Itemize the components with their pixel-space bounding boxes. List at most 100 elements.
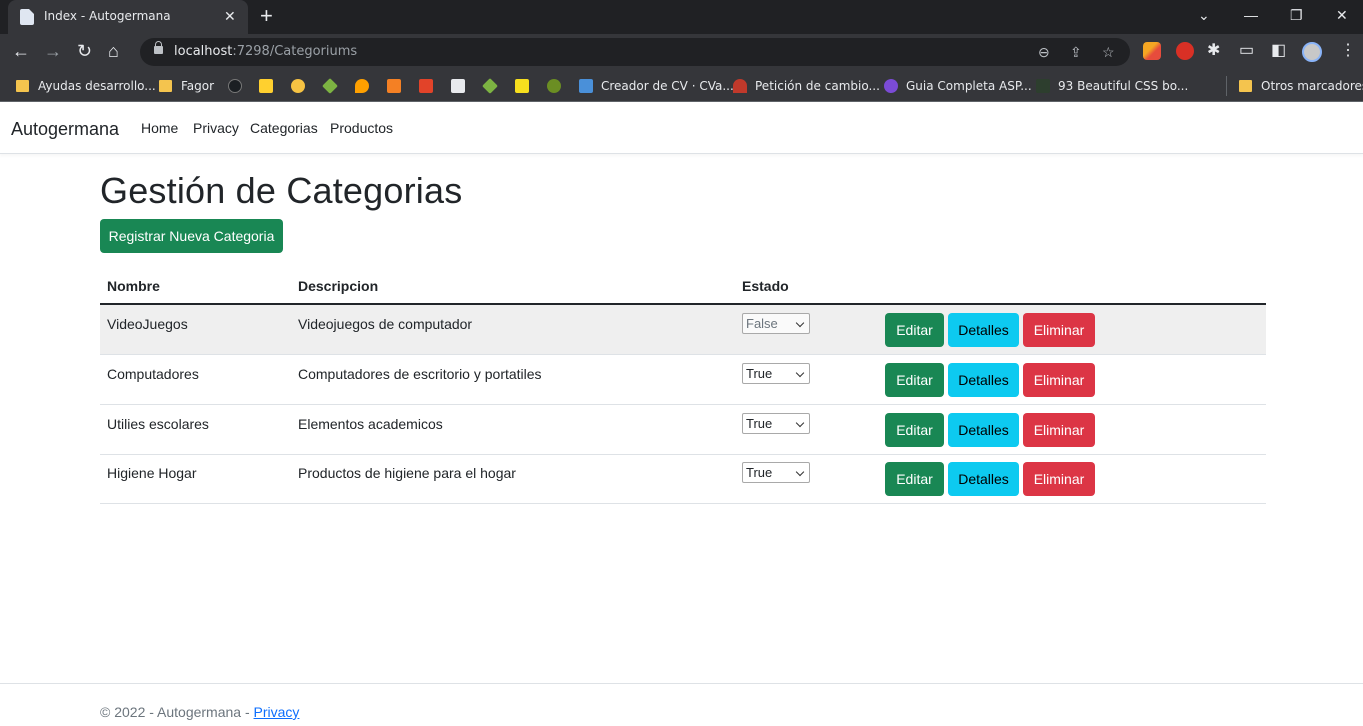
github-bookmark-icon[interactable] <box>228 78 250 94</box>
bookmark-label: Otros marcadores <box>1261 79 1363 93</box>
css-site-icon <box>1036 79 1050 93</box>
browser-toolbar: ← → ↻ ⌂ localhost:7298/Categoriums ⊖ ⇪ ☆… <box>0 34 1363 70</box>
cell-nombre: Higiene Hogar <box>107 465 197 481</box>
column-header-descripcion: Descripcion <box>298 278 379 294</box>
footer-text: © 2022 - Autogermana - Privacy <box>100 704 299 720</box>
bookmarks-separator <box>1226 76 1227 96</box>
folder-icon <box>1239 80 1252 92</box>
nav-home[interactable]: Home <box>141 120 178 136</box>
forward-icon[interactable]: → <box>44 41 62 61</box>
home-icon[interactable]: ⌂ <box>108 41 119 61</box>
register-category-button[interactable]: Registrar Nueva Categoria <box>100 219 283 253</box>
gitlab-bookmark-icon[interactable] <box>419 78 441 94</box>
delete-button[interactable]: Eliminar <box>1023 313 1095 347</box>
folder-icon <box>159 80 172 92</box>
bookmark-label: 93 Beautiful CSS bo... <box>1058 79 1189 93</box>
delete-button[interactable]: Eliminar <box>1023 462 1095 496</box>
bookmark-label: Creador de CV · CVa... <box>601 79 734 93</box>
cast-icon[interactable]: ▭ <box>1239 41 1254 61</box>
new-tab-icon[interactable]: + <box>260 5 273 27</box>
nav-categorias[interactable]: Categorias <box>250 120 318 136</box>
site-navbar: Autogermana Home Privacy Categorias Prod… <box>0 103 1363 154</box>
footer-copyright: © 2022 - Autogermana - <box>100 704 254 720</box>
estado-select[interactable]: True <box>742 462 810 483</box>
bookmark-ayudas-desarrollo[interactable]: Ayudas desarrollo... <box>16 78 156 94</box>
edit-button[interactable]: Editar <box>885 462 944 496</box>
cell-descripcion: Productos de higiene para el hogar <box>298 465 516 481</box>
bookmarks-bar: Ayudas desarrollo... Fagor Creador de CV… <box>0 70 1363 102</box>
bookmark-label: Petición de cambio... <box>755 79 880 93</box>
extensions-puzzle-icon[interactable]: ✱ <box>1207 41 1220 61</box>
bookmark-guia-completa[interactable]: Guia Completa ASP... <box>884 78 1032 94</box>
edit-button[interactable]: Editar <box>885 363 944 397</box>
estado-select[interactable]: True <box>742 363 810 384</box>
green-diamond-bookmark-icon-2[interactable] <box>482 78 505 94</box>
share-icon[interactable]: ⇪ <box>1070 43 1082 61</box>
details-button[interactable]: Detalles <box>948 462 1019 496</box>
emoji-bookmark-icon[interactable] <box>291 78 313 94</box>
back-icon[interactable]: ← <box>12 41 30 61</box>
miro-bookmark-icon[interactable] <box>259 78 281 94</box>
bookmark-otros-marcadores[interactable]: Otros marcadores <box>1239 78 1363 94</box>
pen-extension-icon[interactable] <box>1143 42 1161 60</box>
column-header-nombre: Nombre <box>107 278 160 294</box>
delete-button[interactable]: Eliminar <box>1023 413 1095 447</box>
edit-button[interactable]: Editar <box>885 413 944 447</box>
zoom-icon[interactable]: ⊖ <box>1038 43 1050 61</box>
table-row: VideoJuegos Videojuegos de computador Fa… <box>100 305 1266 355</box>
edit-button[interactable]: Editar <box>885 313 944 347</box>
reload-icon[interactable]: ↻ <box>77 41 92 61</box>
search-bookmark-icon[interactable] <box>451 78 473 94</box>
firebase-bookmark-icon[interactable] <box>355 78 377 94</box>
url-text[interactable]: localhost:7298/Categoriums <box>174 44 357 59</box>
profile-avatar[interactable] <box>1302 42 1322 62</box>
details-button[interactable]: Detalles <box>948 413 1019 447</box>
table-row: Computadores Computadores de escritorio … <box>100 355 1266 405</box>
estado-select[interactable]: False <box>742 313 810 334</box>
address-bar[interactable]: localhost:7298/Categoriums ⊖ ⇪ ☆ <box>140 38 1130 66</box>
brand-logo[interactable]: Autogermana <box>11 119 119 140</box>
folder-icon <box>16 80 29 92</box>
window-close-icon[interactable]: ✕ <box>1336 6 1348 24</box>
side-panel-icon[interactable]: ◧ <box>1271 41 1286 61</box>
bookmark-star-icon[interactable]: ☆ <box>1102 43 1115 61</box>
cell-nombre: VideoJuegos <box>107 316 188 332</box>
stackoverflow-bookmark-icon[interactable] <box>387 78 409 94</box>
tab-close-icon[interactable]: ✕ <box>224 8 236 24</box>
bookmark-label: Ayudas desarrollo... <box>38 79 156 93</box>
cell-descripcion: Computadores de escritorio y portatiles <box>298 366 542 382</box>
footer-privacy-link[interactable]: Privacy <box>254 704 300 720</box>
page-title: Gestión de Categorias <box>100 170 463 211</box>
globe-bookmark-icon[interactable] <box>547 78 569 94</box>
cv-site-icon <box>579 79 593 93</box>
url-host: localhost <box>174 44 233 59</box>
restore-icon[interactable]: ❐ <box>1290 6 1303 24</box>
delete-button[interactable]: Eliminar <box>1023 363 1095 397</box>
cell-nombre: Computadores <box>107 366 199 382</box>
nav-privacy[interactable]: Privacy <box>193 120 239 136</box>
browser-menu-icon[interactable]: ⋮ <box>1340 41 1356 61</box>
bookmark-css-buttons[interactable]: 93 Beautiful CSS bo... <box>1036 78 1188 94</box>
nav-productos[interactable]: Productos <box>330 120 393 136</box>
request-site-icon <box>733 79 747 93</box>
estado-select[interactable]: True <box>742 413 810 434</box>
bookmark-label: Guia Completa ASP... <box>906 79 1032 93</box>
bookmark-label: Fagor <box>181 79 215 93</box>
browser-tab-strip: Index - Autogermana ✕ + ⌄ — ❐ ✕ <box>0 0 1363 34</box>
js-bookmark-icon[interactable] <box>515 78 537 94</box>
green-diamond-bookmark-icon[interactable] <box>322 78 345 94</box>
bookmark-creador-cv[interactable]: Creador de CV · CVa... <box>579 78 734 94</box>
bookmark-peticion-cambio[interactable]: Petición de cambio... <box>733 78 880 94</box>
details-button[interactable]: Detalles <box>948 313 1019 347</box>
lock-icon[interactable] <box>154 41 163 54</box>
column-header-estado: Estado <box>742 278 789 294</box>
adblock-extension-icon[interactable] <box>1176 42 1194 60</box>
table-row: Utilies escolares Elementos academicos T… <box>100 405 1266 455</box>
url-path: :7298/Categoriums <box>232 44 358 59</box>
bookmark-fagor[interactable]: Fagor <box>159 78 214 94</box>
tab-search-icon[interactable]: ⌄ <box>1198 6 1210 24</box>
site-footer: © 2022 - Autogermana - Privacy <box>0 683 1363 726</box>
minimize-icon[interactable]: — <box>1244 6 1258 24</box>
details-button[interactable]: Detalles <box>948 363 1019 397</box>
browser-tab[interactable]: Index - Autogermana ✕ <box>8 0 248 34</box>
